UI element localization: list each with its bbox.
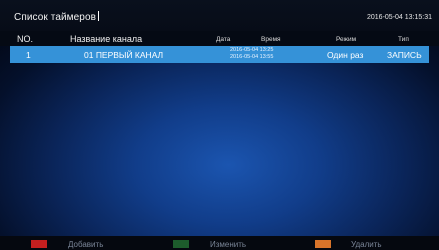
text-cursor — [98, 11, 100, 21]
delete-button[interactable]: Удалить — [351, 240, 382, 249]
red-key-icon[interactable] — [31, 240, 47, 248]
clock: 2016-05-04 13:15:31 — [367, 14, 432, 21]
page-title: Список таймеров — [14, 11, 100, 23]
footer-bar: Добавить Изменить Удалить — [0, 236, 439, 250]
top-bar: Список таймеров 2016-05-04 13:15:31 — [0, 0, 439, 31]
column-header-mode: Режим — [336, 36, 357, 43]
timer-type: ЗАПИСЬ — [387, 50, 422, 60]
page-title-text: Список таймеров — [14, 12, 97, 23]
timer-row[interactable]: 1 01 ПЕРВЫЙ КАНАЛ 2016-05-04 13:25 2016-0… — [10, 46, 429, 63]
timer-start: 2016-05-04 13:25 — [230, 47, 274, 53]
column-header-date: Дата — [216, 36, 231, 43]
add-button[interactable]: Добавить — [68, 240, 103, 249]
timer-no: 1 — [26, 50, 31, 60]
column-header-type: Тип — [398, 36, 409, 43]
timer-datetime: 2016-05-04 13:25 2016-05-04 13:55 — [230, 47, 273, 61]
column-header-no: NO. — [17, 34, 34, 44]
green-key-icon[interactable] — [173, 240, 189, 248]
timer-list-screen: Список таймеров 2016-05-04 13:15:31 NO. … — [0, 0, 439, 250]
timer-end: 2016-05-04 13:55 — [230, 54, 274, 60]
edit-button[interactable]: Изменить — [210, 240, 246, 249]
column-header-channel: Название канала — [70, 34, 143, 44]
orange-key-icon[interactable] — [315, 240, 331, 248]
timer-channel: 01 ПЕРВЫЙ КАНАЛ — [84, 50, 164, 60]
table-header: NO. Название канала Дата Время Режим Тип — [0, 31, 439, 46]
timer-mode: Один раз — [327, 50, 364, 60]
column-header-time: Время — [261, 36, 281, 43]
